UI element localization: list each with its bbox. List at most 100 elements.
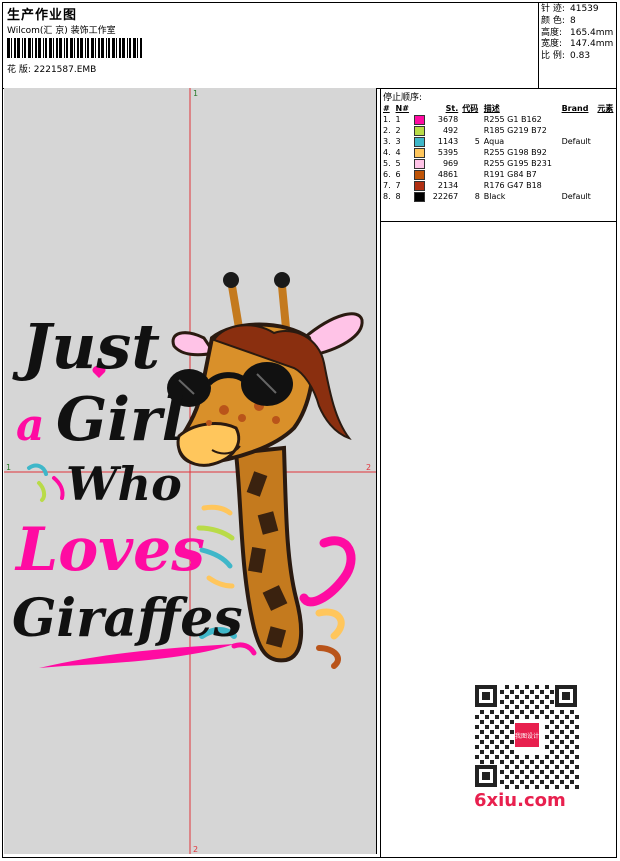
qr-code: 我图设计 [471,681,583,795]
thread-row: 7. 7 2134 R176 G47 B18 [381,180,617,191]
thread-row-element [595,169,617,180]
thread-row-code [460,147,482,158]
thread-row-code [460,114,482,125]
embroidery-artwork: Just a Girl Who Loves Giraffes 1 1 2 2 [4,88,376,854]
thread-row-number: 4 [395,148,401,157]
thread-row-description: R255 G1 B162 [483,115,542,124]
stat-height: 高度: 165.4mm [541,27,614,38]
thread-row: 6. 6 4861 R191 G84 B7 [381,169,617,180]
page-title: 生产作业图 [7,8,78,23]
thread-row-stitches: 5395 [437,148,459,157]
axis-mark-left: 1 [6,463,11,472]
col-description: 描述 [483,104,500,113]
company-name: Wilcom(汇 京) 装饰工作室 [7,26,116,36]
col-element: 元素 [597,104,614,113]
thread-row-stitches: 22267 [432,192,459,201]
color-swatch [414,180,426,191]
thread-row-index: 7. [383,181,391,190]
col-brand: Brand [561,104,589,113]
thread-row: 4. 4 5395 R255 G198 B92 [381,147,617,158]
lettering-giraffes: Giraffes [12,588,243,649]
thread-row-code: 8 [474,192,480,201]
axis-mark-top: 1 [193,89,198,98]
thread-row-stitches: 3678 [437,115,459,124]
thread-row-number: 1 [395,115,401,124]
thread-row-brand [560,169,596,180]
color-swatch [414,169,426,180]
stat-scale: 比 例: 0.83 [541,51,591,62]
thread-row-number: 6 [395,170,401,179]
thread-swatch [412,191,428,202]
col-index: # [383,104,390,113]
thread-row-number: 8 [395,192,401,201]
color-swatch [414,136,426,147]
lettering-a: a [16,400,45,451]
thread-row-description: Black [483,192,506,201]
design-value: 2221587.EMB [33,65,97,75]
thread-row-element [595,114,617,125]
lettering-who: Who [66,457,182,511]
thread-row-description: R176 G47 B18 [483,181,542,190]
thread-swatch [412,180,428,191]
thread-swatch [412,136,428,147]
thread-row-index: 6. [383,170,391,179]
thread-row-stitches: 492 [442,126,459,135]
thread-row-brand: Default [561,192,591,201]
thread-row-number: 3 [395,137,401,146]
thread-row-code [460,125,482,136]
thread-row-brand [560,114,596,125]
thread-row: 1. 1 3678 R255 G1 B162 [381,114,617,125]
axis-mark-bottom: 2 [193,845,198,854]
thread-row-description: R255 G198 B92 [483,148,547,157]
thread-swatch [412,169,428,180]
panel-divider [381,221,617,222]
thread-row-code [460,180,482,191]
thread-row-brand [560,147,596,158]
color-swatch [414,125,426,136]
stat-colors: 颜 色: 8 [541,15,576,26]
thread-row-element [595,136,617,147]
thread-row-element [595,180,617,191]
thread-row-element [595,125,617,136]
thread-table: # N# St. 代码 描述 Brand 元素 1. 1 3678 R255 G1 B… [381,103,617,202]
design-label: 花 版: [7,65,31,75]
design-file: 花 版: 2221587.EMB [7,62,96,75]
thread-row-code [460,169,482,180]
color-swatch [414,114,426,125]
thread-row-brand: Default [561,137,591,146]
thread-row: 2. 2 492 R185 G219 B72 [381,125,617,136]
thread-row-index: 8. [383,192,391,201]
giraffe-neck [233,445,304,663]
thread-row-number: 5 [395,159,401,168]
thread-row-description: R185 G219 B72 [483,126,547,135]
thread-row: 8. 8 22267 8 Black Default [381,191,617,202]
thread-row-number: 2 [395,126,401,135]
thread-row-index: 1. [383,115,391,124]
design-preview: Just a Girl Who Loves Giraffes 1 1 2 2 [4,88,377,854]
col-number: N# [395,104,409,113]
color-swatch [414,191,426,202]
thread-row-index: 4. [383,148,391,157]
lettering-girl: Girl [56,385,184,455]
thread-swatch [412,114,428,125]
thread-row-code [460,158,482,169]
thread-row-index: 5. [383,159,391,168]
thread-row-description: Aqua [483,137,505,146]
thread-row-stitches: 4861 [437,170,459,179]
barcode [7,38,142,58]
lettering-loves: Loves [14,515,205,585]
thread-row: 3. 3 1143 5 Aqua Default [381,136,617,147]
thread-row-brand [560,158,596,169]
col-code: 代码 [462,104,479,113]
lettering-just: Just [12,310,160,383]
thread-row-code: 5 [474,137,480,146]
giraffe-horns [223,272,290,329]
thread-swatch [412,158,428,169]
thread-row-index: 3. [383,137,391,146]
thread-table-header: # N# St. 代码 描述 Brand 元素 [381,103,617,114]
thread-row-number: 7 [395,181,401,190]
stat-width: 宽度: 147.4mm [541,39,614,50]
thread-row-brand [560,180,596,191]
header-panel: 生产作业图 Wilcom(汇 京) 装饰工作室 花 版: 2221587.EMB [3,3,539,89]
thread-row-stitches: 969 [442,159,459,168]
